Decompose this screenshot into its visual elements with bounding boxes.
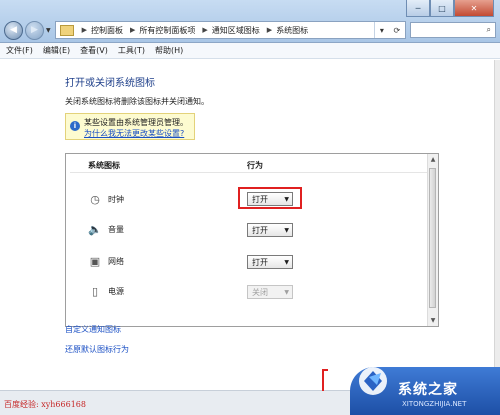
select-value: 打开: [252, 225, 268, 235]
page-title: 打开或关闭系统图标: [65, 78, 155, 89]
column-header-system-icon: 系统图标: [88, 161, 120, 170]
menu-file[interactable]: 文件(F): [6, 45, 33, 56]
window-controls: ─ □ ✕: [406, 0, 494, 18]
highlight-box-corner: [322, 369, 328, 391]
page-description: 关闭系统图标将删除该图标并关闭通知。: [65, 97, 209, 106]
navigation-row: ◀ ▶ ▼ ▶ 控制面板 ▶ 所有控制面板项 ▶ 通知区域图标 ▶ 系统图标 ▾…: [4, 20, 496, 40]
breadcrumb-item[interactable]: 通知区域图标: [212, 25, 260, 36]
row-label: 电源: [108, 286, 124, 296]
address-actions: ▾ ⟳: [374, 22, 405, 38]
table-row-clock: ◷ 时钟: [88, 190, 188, 208]
clock-icon: ◷: [90, 192, 100, 206]
chevron-right-icon[interactable]: ▶: [130, 26, 135, 34]
status-footer: 百度经验: xyh666168 系统之家 XITONGZHIJIA.NET: [0, 367, 500, 415]
table-row-power: ▯ 电源: [88, 282, 188, 300]
logo-text: 系统之家: [398, 382, 458, 398]
window-titlebar: ─ □ ✕ ◀ ▶ ▼ ▶ 控制面板 ▶ 所有控制面板项 ▶ 通知区域图标 ▶ …: [0, 0, 500, 43]
search-icon[interactable]: ⌕: [487, 25, 491, 35]
table-scrollbar[interactable]: ▲ ▼: [427, 154, 438, 326]
network-behavior-select[interactable]: 打开 ▼: [247, 255, 293, 269]
scroll-down-icon[interactable]: ▼: [428, 317, 438, 324]
power-behavior-select: 关闭 ▼: [247, 285, 293, 299]
back-button[interactable]: ◀: [4, 20, 23, 40]
highlight-box: [238, 187, 302, 209]
address-dropdown-icon[interactable]: ▾: [380, 26, 384, 35]
row-label: 网络: [108, 256, 124, 266]
maximize-button[interactable]: □: [430, 0, 454, 17]
logo-mark-icon: [359, 367, 387, 395]
menu-edit[interactable]: 编辑(E): [43, 45, 70, 56]
search-input[interactable]: ⌕: [410, 22, 496, 38]
row-label: 时钟: [108, 194, 124, 204]
refresh-icon[interactable]: ⟳: [393, 26, 400, 35]
chevron-right-icon[interactable]: ▶: [202, 26, 207, 34]
menu-view[interactable]: 查看(V): [80, 45, 108, 56]
site-logo: 系统之家 XITONGZHIJIA.NET: [350, 357, 500, 415]
why-cant-change-link[interactable]: 为什么我无法更改某些设置?: [84, 128, 190, 139]
history-dropdown-icon[interactable]: ▼: [46, 27, 51, 34]
breadcrumb-item[interactable]: 控制面板: [91, 25, 123, 36]
menu-help[interactable]: 帮助(H): [155, 45, 183, 56]
network-icon: ▣: [89, 254, 101, 268]
close-button[interactable]: ✕: [454, 0, 494, 17]
row-label: 音量: [108, 224, 124, 234]
breadcrumb-item[interactable]: 所有控制面板项: [139, 25, 195, 36]
chevron-down-icon: ▼: [284, 258, 289, 266]
select-value: 打开: [252, 257, 268, 267]
system-icons-table: 系统图标 行为 ◷ 时钟 打开 ▼ 🔈 音量 打开 ▼ ▣ 网络 打开 ▼ ▯ …: [65, 153, 439, 327]
table-row-network: ▣ 网络: [88, 252, 188, 270]
column-header-behavior: 行为: [247, 161, 263, 170]
watermark-text: 百度经验: xyh666168: [4, 400, 86, 409]
control-panel-icon: [59, 24, 74, 36]
chevron-down-icon: ▼: [284, 226, 289, 234]
address-bar[interactable]: ▶ 控制面板 ▶ 所有控制面板项 ▶ 通知区域图标 ▶ 系统图标 ▾ ⟳: [54, 21, 406, 39]
volume-icon: 🔈: [88, 222, 102, 236]
menu-tools[interactable]: 工具(T): [118, 45, 145, 56]
admin-notice: i 某些设置由系统管理员管理。 为什么我无法更改某些设置?: [65, 113, 195, 140]
menu-bar: 文件(F) 编辑(E) 查看(V) 工具(T) 帮助(H): [0, 43, 500, 59]
chevron-right-icon[interactable]: ▶: [267, 26, 272, 34]
main-content: 打开或关闭系统图标 关闭系统图标将删除该图标并关闭通知。 i 某些设置由系统管理…: [0, 60, 494, 390]
page-scrollbar[interactable]: [494, 60, 500, 390]
chevron-down-icon: ▼: [284, 288, 289, 296]
info-icon: i: [70, 121, 80, 131]
logo-subtext: XITONGZHIJIA.NET: [402, 400, 467, 408]
table-row-volume: 🔈 音量: [88, 220, 188, 238]
select-value: 关闭: [252, 287, 268, 297]
chevron-right-icon[interactable]: ▶: [82, 26, 87, 34]
customize-notification-icons-link[interactable]: 自定义通知图标: [65, 324, 121, 335]
notice-text: 某些设置由系统管理员管理。: [84, 118, 188, 127]
forward-button[interactable]: ▶: [25, 20, 44, 40]
power-icon: ▯: [91, 284, 99, 298]
header-divider: [70, 172, 428, 173]
scrollbar-thumb[interactable]: [429, 168, 436, 308]
breadcrumb-item[interactable]: 系统图标: [276, 25, 308, 36]
volume-behavior-select[interactable]: 打开 ▼: [247, 223, 293, 237]
minimize-button[interactable]: ─: [406, 0, 430, 17]
restore-default-behavior-link[interactable]: 还原默认图标行为: [65, 344, 129, 355]
scroll-up-icon[interactable]: ▲: [428, 156, 438, 163]
